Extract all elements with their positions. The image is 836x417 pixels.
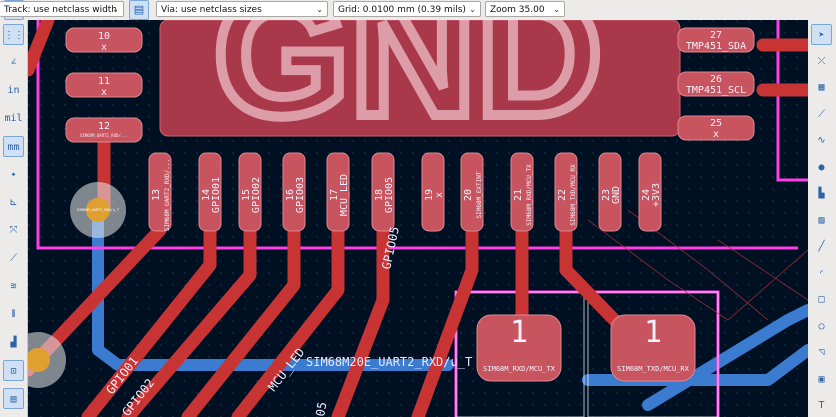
pad-net-name: SIM68M_TXD/MCU_RX [570, 164, 577, 226]
grid-toggle-icon[interactable]: ⋮⋮ [3, 24, 24, 45]
curved-ratsnest-icon[interactable]: ⟋ [3, 248, 24, 269]
pad-net-name: x [434, 192, 445, 198]
pad-net-name: GPIO03 [295, 177, 306, 213]
pad-net-name: SIM68M_EXTINT [476, 171, 483, 218]
chevron-down-icon: ⌄ [469, 5, 476, 14]
chevron-down-icon: ⌄ [316, 5, 323, 14]
units-inch-button[interactable]: in [3, 80, 24, 101]
draw-arc-icon[interactable]: ◜ [811, 263, 832, 284]
pad-number: 13 [151, 189, 162, 201]
pad-number: 21 [513, 189, 524, 201]
pad-number: 22 [557, 189, 568, 201]
pad-number: 20 [463, 189, 474, 201]
via[interactable]: SIM68M_UART2_RXD/u_T [70, 182, 126, 238]
units-mil-button[interactable]: mil [3, 108, 24, 129]
ratsnest-icon[interactable]: ⤧ [3, 220, 24, 241]
net-highlight-icon[interactable]: ≋ [3, 276, 24, 297]
grid-value: Grid: 0.0100 mm (0.39 mils) [338, 5, 466, 15]
chevron-down-icon: ⌄ [112, 5, 119, 14]
pad-net-name: +3V3 [651, 183, 662, 207]
pad-net-name: SIM68M_UART2_RXD/... [80, 133, 128, 138]
pad-net-name: GPIO05 [384, 177, 395, 213]
pad-net-name: GPIO01 [211, 177, 222, 213]
zoom-value: Zoom 35.00 [490, 5, 545, 15]
pad-number: 11 [98, 76, 110, 87]
add-text-icon[interactable]: T [811, 395, 832, 416]
chevron-down-icon: ⌄ [553, 5, 560, 14]
add-via-icon[interactable]: ● [811, 157, 832, 178]
pcb-canvas[interactable]: GND 10 x 11 x 12 SIM68M_UART2_RXD/... 27 TMP45… [28, 20, 808, 417]
left-pad-column: 10x11x12SIM68M_UART2_RXD/... [65, 27, 143, 143]
pad-net-name: SIM68M_TXD/MCU_RX [617, 365, 689, 373]
pad-net-name: TMP451_SDA [686, 41, 746, 52]
auto-width-button[interactable]: ▤ [129, 0, 149, 20]
route-track-icon[interactable]: ⟋ [811, 104, 832, 125]
left-toolbar: ⋮⋮ ∠ in mil mm ✦ ⊾ ⤧ ⟋ ≋ ⫴ ▟ ⊡ ▤ [0, 20, 28, 417]
via-net-label: SIM68M_UART2_RXD/u_T [77, 208, 120, 212]
pad-net-name: SIM68M_UART2_RXD/... [164, 159, 171, 231]
add-footprint-icon[interactable]: ▦ [811, 77, 832, 98]
pad-number: 1 [644, 315, 662, 350]
pad-net-name: GPIO02 [251, 177, 262, 213]
bottom-net-label: SIM68M20E_UART2_RXD/u_T [306, 355, 472, 369]
pad-number: 25 [710, 118, 722, 129]
draw-circle-icon[interactable]: ○ [811, 316, 832, 337]
pad-number: 27 [710, 30, 722, 41]
track-outline-icon[interactable]: ⫴ [3, 304, 24, 325]
zoom-select[interactable]: Zoom 35.00 ⌄ [485, 1, 565, 17]
draw-line-icon[interactable]: ╱ [811, 236, 832, 257]
grid-select[interactable]: Grid: 0.0100 mm (0.39 mils) ⌄ [333, 1, 481, 17]
tune-length-icon[interactable]: ∿ [811, 130, 832, 151]
via-outline-icon[interactable]: ⊡ [3, 360, 24, 381]
units-mm-button[interactable]: mm [3, 136, 24, 157]
pad-net-name: SIM68M_RXD/MCU_TX [483, 365, 555, 373]
via-size-value: Via: use netclass sizes [161, 5, 262, 15]
cursor-shape-icon[interactable]: ✦ [3, 164, 24, 185]
polar-coords-icon[interactable]: ∠ [3, 52, 24, 73]
pad-outline-icon[interactable]: ▟ [3, 332, 24, 353]
trace-label: 05 [313, 401, 329, 417]
top-toolbar: ⇔ Track: use netclass width⌄ ▤ Via: use … [0, 0, 836, 21]
via-size-select[interactable]: Via: use netclass sizes ⌄ [156, 1, 328, 17]
pad-number: 10 [98, 31, 110, 42]
right-pad-column: 27TMP451_SDA 26TMP451_SCL 25x [677, 27, 755, 141]
draw-rect-icon[interactable]: □ [811, 289, 832, 310]
pad-net-name: GND [611, 186, 622, 204]
select-tool-icon[interactable]: ➤ [811, 24, 832, 45]
local-ratsnest-icon[interactable]: ⤫ [811, 51, 832, 72]
zone-outline-icon[interactable]: ▤ [3, 388, 24, 409]
pad-net-name: MCU_LED [339, 174, 350, 216]
track-width-select[interactable]: Track: use netclass width ⌄ [0, 1, 124, 17]
pad-net-name: SIM68M_RXD/MCU_TX [526, 164, 533, 226]
pad-net-name: x [713, 129, 719, 140]
right-toolbar: ➤ ⤫ ▦ ⟋ ∿ ● ▙ ▨ ╱ ◜ □ ○ ◹ ▣ T [807, 20, 836, 417]
draw-polygon-icon[interactable]: ◹ [811, 342, 832, 363]
pad-number: 26 [710, 74, 722, 85]
add-zone-icon[interactable]: ▙ [811, 183, 832, 204]
pad-net-name: x [101, 87, 107, 98]
pad-net-name: TMP451_SCL [686, 85, 746, 96]
angle-snap-icon[interactable]: ⊾ [3, 192, 24, 213]
gnd-silk-label: GND [214, 20, 603, 153]
pad-number: 1 [510, 315, 528, 350]
add-keepout-icon[interactable]: ▨ [811, 210, 832, 231]
track-width-value: Track: use netclass width [4, 5, 118, 15]
pad-net-name: x [101, 42, 107, 53]
pcb-board[interactable]: GND 10x11x12SIM68M_UART2_RXD/... 27TMP45… [28, 20, 808, 417]
pad-number: 12 [98, 121, 110, 132]
add-image-icon[interactable]: ▣ [811, 369, 832, 390]
